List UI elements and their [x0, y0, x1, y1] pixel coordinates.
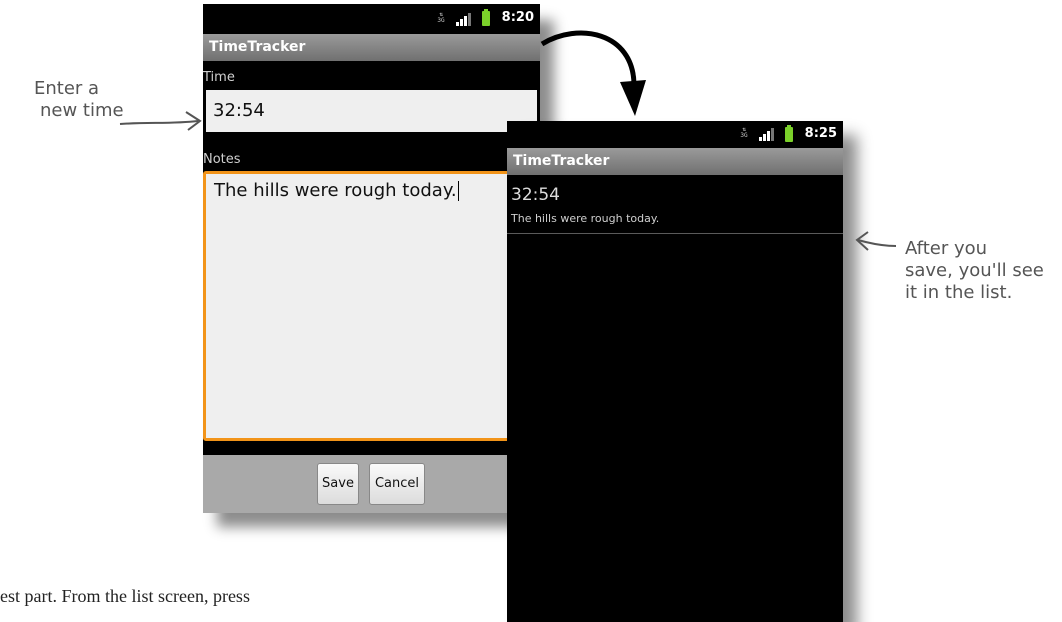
- signal-icon: [759, 127, 777, 141]
- list-item-notes: The hills were rough today.: [511, 212, 660, 225]
- notes-input-value: The hills were rough today.: [214, 180, 457, 201]
- status-bar: ⇅ 3G 8:20: [203, 4, 540, 34]
- save-button[interactable]: Save: [317, 463, 359, 505]
- time-input-value: 32:54: [213, 100, 265, 121]
- text-caret: [457, 181, 459, 201]
- network-3g-icon: ⇅ 3G: [740, 126, 748, 139]
- signal-icon: [456, 12, 474, 26]
- annotation-line: it in the list.: [905, 282, 1013, 303]
- network-3g-icon: ⇅ 3G: [437, 11, 445, 24]
- annotation-line: Enter a: [34, 78, 100, 99]
- app-title-bar: TimeTracker: [507, 148, 843, 175]
- status-clock: 8:25: [804, 126, 837, 141]
- annotation-after-save: After you save, you'll see it in the lis…: [905, 238, 1062, 304]
- list-screen: ⇅ 3G 8:25 TimeTracker 32:54 The hills wer…: [507, 121, 843, 622]
- battery-icon: [785, 125, 793, 142]
- button-bar: Save Cancel: [203, 455, 540, 513]
- notes-label: Notes: [203, 152, 241, 167]
- list-item-time: 32:54: [511, 185, 560, 205]
- annotation-line: save, you'll see: [905, 260, 1044, 281]
- status-bar: ⇅ 3G 8:25: [507, 121, 843, 148]
- annotation-arrow-right-icon: [119, 111, 202, 131]
- body-text: est part. From the list screen, press: [0, 586, 250, 606]
- status-clock: 8:20: [501, 10, 534, 25]
- curved-arrow-icon: [540, 30, 646, 116]
- list-divider: [507, 233, 843, 234]
- notes-input[interactable]: The hills were rough today.: [203, 171, 540, 441]
- time-input[interactable]: 32:54: [206, 90, 537, 132]
- cancel-button[interactable]: Cancel: [369, 463, 425, 505]
- annotation-arrow-left-icon: [855, 231, 897, 251]
- list-item[interactable]: 32:54 The hills were rough today.: [507, 175, 843, 233]
- battery-icon: [482, 9, 490, 26]
- time-label: Time: [203, 70, 235, 85]
- annotation-line: After you: [905, 238, 988, 259]
- app-title-bar: TimeTracker: [203, 34, 540, 61]
- edit-screen: ⇅ 3G 8:20 TimeTracker Time 32:54 Notes Th…: [203, 4, 540, 513]
